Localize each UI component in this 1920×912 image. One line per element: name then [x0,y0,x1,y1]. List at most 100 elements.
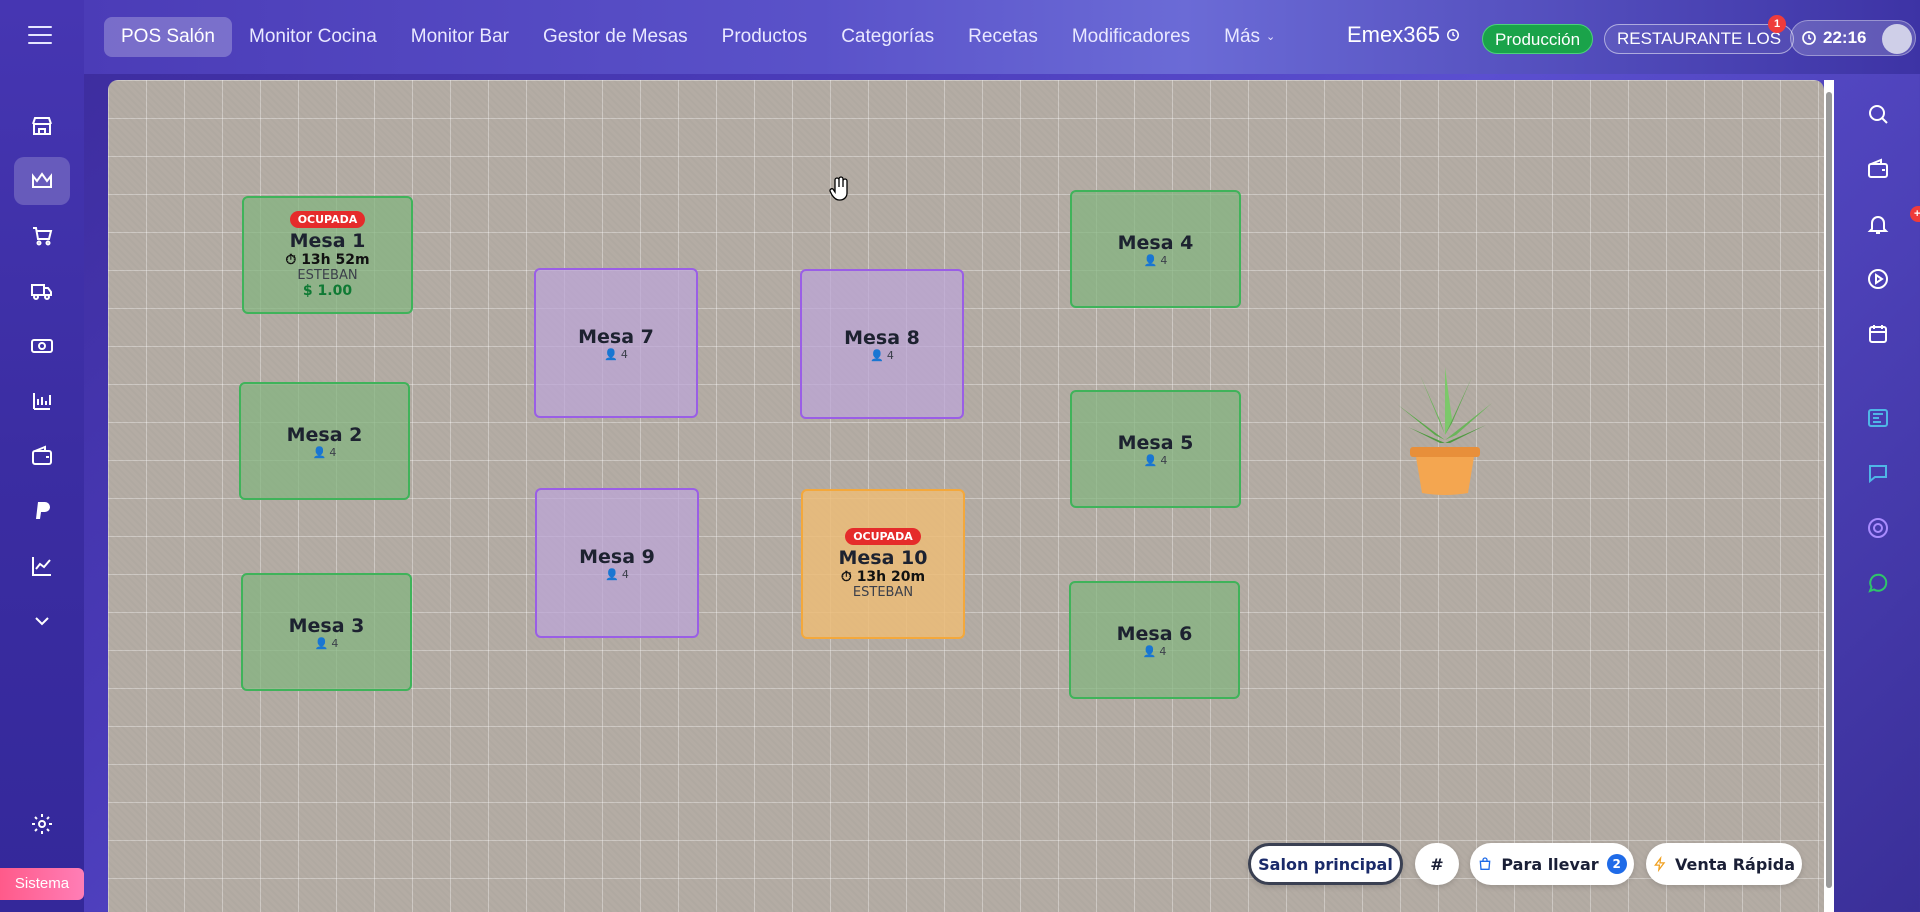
table-mesa-1[interactable]: OCUPADA Mesa 1 ⏱ 13h 52m ESTEBAN $ 1.00 [242,196,413,314]
scrollbar-thumb[interactable] [1826,92,1832,888]
table-name: Mesa 4 [1117,231,1194,254]
table-capacity-value: 4 [620,347,628,361]
target-icon[interactable] [1862,512,1894,544]
truck-icon[interactable] [14,267,70,315]
chat-icon[interactable] [1862,457,1894,489]
calendar-icon[interactable] [1862,318,1894,350]
whatsapp-icon[interactable] [1862,567,1894,599]
chevron-down-icon: ⌄ [1266,31,1276,43]
person-icon: 👤 [314,636,329,650]
table-name: Mesa 2 [286,423,363,446]
table-name: Mesa 8 [844,326,920,349]
news-icon[interactable] [1862,402,1894,434]
nav-mas-label: Más [1224,26,1261,47]
table-mesa-3[interactable]: Mesa 3 👤 4 [241,573,412,691]
quick-sale-label: Venta Rápida [1674,854,1796,874]
table-waiter: ESTEBAN [297,268,358,283]
nav-recetas[interactable]: Recetas [951,17,1055,57]
lightning-icon [1654,856,1666,872]
cash-icon[interactable] [14,322,70,370]
table-capacity-value: 4 [886,348,894,362]
right-sidebar: +9 [1832,74,1920,912]
table-time-value: 13h 20m [856,569,926,585]
environment-badge[interactable]: Producción [1482,24,1594,54]
paypal-icon[interactable] [14,487,70,535]
quick-sale-button[interactable]: Venta Rápida [1646,843,1802,885]
nav-categorias[interactable]: Categorías [824,17,951,57]
table-name: Mesa 5 [1117,431,1194,454]
wallet-icon[interactable] [1862,153,1894,185]
clock-icon [1446,29,1459,41]
timer-icon: ⏱ [285,252,297,268]
clock-icon [1802,31,1816,45]
table-capacity: 👤 4 [1144,454,1168,467]
left-sidebar [0,0,84,912]
nav-pos-salon[interactable]: POS Salón [104,17,232,57]
restaurant-selector[interactable]: RESTAURANTE LOS [1604,24,1795,54]
hand-cursor-icon [829,176,848,201]
table-capacity: 👤 4 [1143,645,1167,658]
person-icon: 👤 [604,347,618,361]
nav-modificadores[interactable]: Modificadores [1055,17,1207,57]
table-name: Mesa 3 [288,614,365,637]
crown-icon[interactable] [14,157,70,205]
search-icon[interactable] [1862,98,1894,130]
table-mesa-8[interactable]: Mesa 8 👤 4 [800,269,964,419]
clock-widget[interactable]: 22:16 [1790,20,1916,56]
table-capacity-value: 4 [1160,453,1168,467]
bell-icon[interactable]: +9 [1862,206,1920,240]
table-capacity: 👤 4 [604,348,628,361]
table-name: Mesa 1 [289,230,366,252]
brand-name: Emex365 [1347,22,1440,47]
table-capacity: 👤 4 [315,637,339,650]
menu-icon[interactable] [28,26,52,46]
nav-productos[interactable]: Productos [705,17,825,57]
table-mesa-4[interactable]: Mesa 4 👤 4 [1070,190,1241,308]
restaurant-notification-badge: 1 [1768,15,1786,33]
trend-chart-icon[interactable] [14,542,70,590]
cart-add-icon[interactable] [14,212,70,260]
gear-icon[interactable] [14,800,70,848]
clock-time: 22:16 [1823,28,1867,47]
plant-decoration[interactable] [1390,365,1500,495]
table-capacity-value: 4 [331,636,339,650]
store-icon[interactable] [14,102,70,150]
table-time: ⏱ 13h 20m [841,569,925,585]
table-mesa-6[interactable]: Mesa 6 👤 4 [1069,581,1240,699]
person-icon: 👤 [605,567,619,581]
main-nav: POS Salón Monitor Cocina Monitor Bar Ges… [104,17,1292,57]
table-capacity-value: 4 [329,445,337,459]
status-badge: OCUPADA [289,211,366,228]
table-mesa-7[interactable]: Mesa 7 👤 4 [534,268,698,418]
nav-monitor-cocina[interactable]: Monitor Cocina [232,17,394,57]
takeaway-button[interactable]: Para llevar 2 [1470,843,1634,885]
table-name: Mesa 7 [578,325,654,348]
person-icon: 👤 [1143,453,1158,467]
table-time: ⏱ 13h 52m [285,252,369,268]
table-capacity-value: 4 [621,567,629,581]
room-label: Salon principal [1258,854,1393,874]
table-mesa-5[interactable]: Mesa 5 👤 4 [1070,390,1241,508]
notifications-badge: +9 [1910,206,1920,222]
brand: Emex365 [1347,22,1460,48]
person-icon: 👤 [1142,644,1157,658]
table-capacity: 👤 4 [605,568,629,581]
takeaway-label: Para llevar [1501,854,1599,874]
bar-chart-icon[interactable] [14,377,70,425]
table-mesa-10[interactable]: OCUPADA Mesa 10 ⏱ 13h 20m ESTEBAN [801,489,965,639]
table-capacity: 👤 4 [1144,254,1168,267]
nav-monitor-bar[interactable]: Monitor Bar [394,17,526,57]
chevron-down-icon[interactable] [14,597,70,645]
table-number-button[interactable]: # [1415,843,1459,885]
avatar[interactable] [1882,24,1912,54]
room-selector-button[interactable]: Salon principal [1248,843,1403,885]
table-mesa-9[interactable]: Mesa 9 👤 4 [535,488,699,638]
wallet-icon[interactable] [14,432,70,480]
system-button[interactable]: Sistema [0,868,84,900]
nav-mas[interactable]: Más ⌄ [1207,17,1292,57]
table-mesa-2[interactable]: Mesa 2 👤 4 [239,382,410,500]
play-icon[interactable] [1862,263,1894,295]
nav-gestor-mesas[interactable]: Gestor de Mesas [526,17,705,57]
person-icon: 👤 [312,445,327,459]
table-capacity: 👤 4 [313,446,337,459]
